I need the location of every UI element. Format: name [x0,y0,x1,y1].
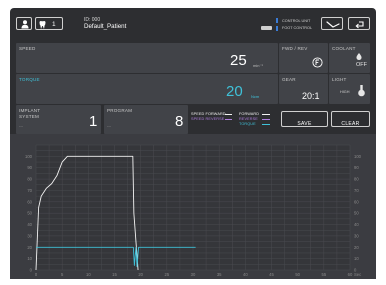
speed-panel[interactable]: SPEED 25 min⁻¹ [16,43,278,73]
torque-label: TORQUE [19,77,40,82]
legend-speed-forward: SPEED FORWARD [191,112,226,116]
y-tick-label-right: 20 [354,245,359,250]
control-unit-label: CONTROL UNIT [282,18,311,23]
speed-torque-chart: 0 0 10 10 20 20 30 30 40 40 50 50 60 60 70 70 80 80 90 90 10… [25,144,362,277]
fwd-rev-panel[interactable]: FWD / REV [279,43,328,73]
y-tick-label-left: 60 [27,199,32,204]
implant-system-panel[interactable]: IMPLANT SYSTEM --- 1 [16,105,101,134]
legend-reverse: REVERSE [239,117,258,121]
coolant-drop-icon [356,53,362,60]
legend-reverse-line [262,119,270,120]
person-icon [21,20,29,29]
y-tick-label-right: 10 [354,256,359,261]
legend-torque-line [262,124,270,125]
gear-label: GEAR [282,77,296,82]
y-tick-label-right: 80 [354,177,359,182]
speed-value: 25 [230,52,247,69]
x-tick-label: 30 [191,272,196,277]
foot-control-label: FOOT CONTROL [282,26,313,30]
gear-value: 20:1 [302,91,320,101]
y-tick-label-right: 100 [354,154,362,159]
x-tick-label: 55 [321,272,326,277]
forward-direction-icon [312,57,323,68]
coolant-label: COOLANT [332,46,356,51]
y-tick-label-left: 70 [27,188,32,193]
legend-forward-line [262,114,270,115]
x-tick-label: 0 [35,272,38,277]
x-tick-label: 15 [112,272,117,277]
coolant-panel[interactable]: COOLANT OFF [329,43,370,73]
exit-button[interactable] [348,17,370,30]
y-tick-label-left: 0 [30,268,33,273]
x-tick-label: 35 [217,272,222,277]
implant-system-value: 1 [89,113,98,130]
light-bulb-icon [358,85,365,97]
return-arrow-icon [355,20,364,28]
y-tick-label-right: 50 [354,211,359,216]
y-tick-label-right: 60 [354,199,359,204]
coolant-state: OFF [356,62,367,68]
legend-speed-reverse-line [225,119,232,120]
legend-torque: TORQUE [239,122,256,126]
x-tick-label: 20 [138,272,143,277]
y-tick-label-right: 40 [354,222,359,227]
save-button[interactable]: SAVE [281,111,328,127]
light-label: LIGHT [332,77,347,82]
y-tick-label-right: 70 [354,188,359,193]
x-tick-label: 45 [269,272,274,277]
x-tick-label: 50 [295,272,300,277]
device-screen: 1 ID: 000 Default_Patient CONTROL UNIT F… [10,8,376,279]
speed-label: SPEED [19,46,36,51]
implant-system-label: IMPLANT SYSTEM [19,108,41,119]
speed-unit: min⁻¹ [253,63,263,68]
legend-speed-forward-line [225,114,232,115]
control-unit-indicator-icon [276,18,278,23]
legend-speed-reverse: SPEED REVERSE [191,117,225,121]
patient-count: 1 [52,20,56,28]
x-tick-label: 60 [348,272,353,277]
program-value: 8 [175,113,184,130]
x-tick-label: 10 [86,272,91,277]
torque-unit: Ncm [251,94,260,99]
y-tick-label-left: 40 [27,222,32,227]
implant-system-sub: --- [19,123,23,128]
light-state: HIGH [340,90,350,94]
program-panel[interactable]: PROGRAM --- 8 [104,105,188,134]
user-button[interactable] [16,17,32,30]
y-tick-label-left: 10 [27,256,32,261]
program-sub: --- [107,123,111,128]
y-tick-label-left: 20 [27,245,32,250]
clear-button[interactable]: CLEAR [331,111,370,127]
x-tick-label: 25 [164,272,169,277]
x-tick-label: 40 [243,272,248,277]
foot-control-indicator-icon [276,25,278,31]
light-panel[interactable]: LIGHT HIGH [329,74,370,104]
y-tick-label-left: 90 [27,165,32,170]
legend-forward: FORWARD [239,112,260,116]
clear-button-label: CLEAR [341,121,360,127]
torque-value: 20 [226,83,243,100]
foot-control-icon [261,26,272,30]
y-tick-label-left: 50 [27,211,32,216]
patient-name: Default_Patient [84,23,127,30]
gear-panel[interactable]: GEAR 20:1 [279,74,328,104]
x-tick-label: 5 [61,272,64,277]
patient-count-button[interactable]: 1 [35,17,63,30]
y-tick-label-right: 90 [354,165,359,170]
chart-legend: SPEED FORWARD SPEED REVERSE FORWARD REVE… [191,109,276,131]
fwd-rev-label: FWD / REV [282,46,308,51]
chart-area: 0 0 10 10 20 20 30 30 40 40 50 50 60 60 70 70 80 80 90 90 10… [10,134,376,279]
y-tick-label-right: 30 [354,233,359,238]
y-tick-label-left: 30 [27,233,32,238]
y-tick-label-left: 80 [27,177,32,182]
program-label: PROGRAM [107,108,133,113]
x-axis-unit: Sec [354,272,361,277]
y-tick-label-left: 100 [25,154,33,159]
save-button-label: SAVE [297,121,312,127]
torque-panel[interactable]: TORQUE 20 Ncm [16,74,278,104]
handpiece-icon [326,20,340,28]
tooth-icon [39,20,46,29]
tool-button[interactable] [321,17,343,30]
